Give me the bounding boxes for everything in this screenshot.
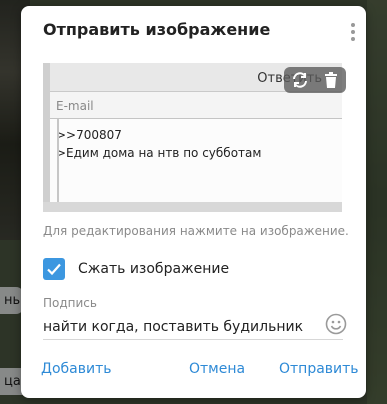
more-vertical-icon[interactable] xyxy=(348,23,358,41)
cancel-button[interactable]: Отмена xyxy=(189,361,245,377)
send-image-dialog: Отправить изображение Ответить E-mail >>… xyxy=(21,6,366,398)
dialog-title: Отправить изображение xyxy=(43,20,271,39)
preview-line: >Едим дома на нтв по субботам xyxy=(56,146,262,160)
preview-email-field: E-mail xyxy=(50,92,342,119)
compress-checkbox[interactable] xyxy=(43,258,65,280)
delete-icon[interactable] xyxy=(320,70,342,90)
preview-email-label: E-mail xyxy=(56,99,94,113)
preview-margin xyxy=(43,63,50,212)
image-tools xyxy=(284,67,346,93)
add-button[interactable]: Добавить xyxy=(41,361,111,377)
edit-hint: Для редактирования нажмите на изображени… xyxy=(43,224,349,238)
preview-bottom xyxy=(43,202,342,212)
check-icon xyxy=(47,263,61,276)
preview-line: >>700807 xyxy=(56,128,122,142)
rotate-icon[interactable] xyxy=(289,70,311,90)
compress-label[interactable]: Сжать изображение xyxy=(78,261,229,277)
smile-icon[interactable] xyxy=(325,313,347,335)
preview-divider xyxy=(57,119,59,212)
send-button[interactable]: Отправить xyxy=(279,361,359,377)
caption-label: Подпись xyxy=(43,296,97,310)
preview-message-body: >>700807 >Едим дома на нтв по субботам xyxy=(50,119,342,212)
caption-input[interactable] xyxy=(43,314,343,340)
